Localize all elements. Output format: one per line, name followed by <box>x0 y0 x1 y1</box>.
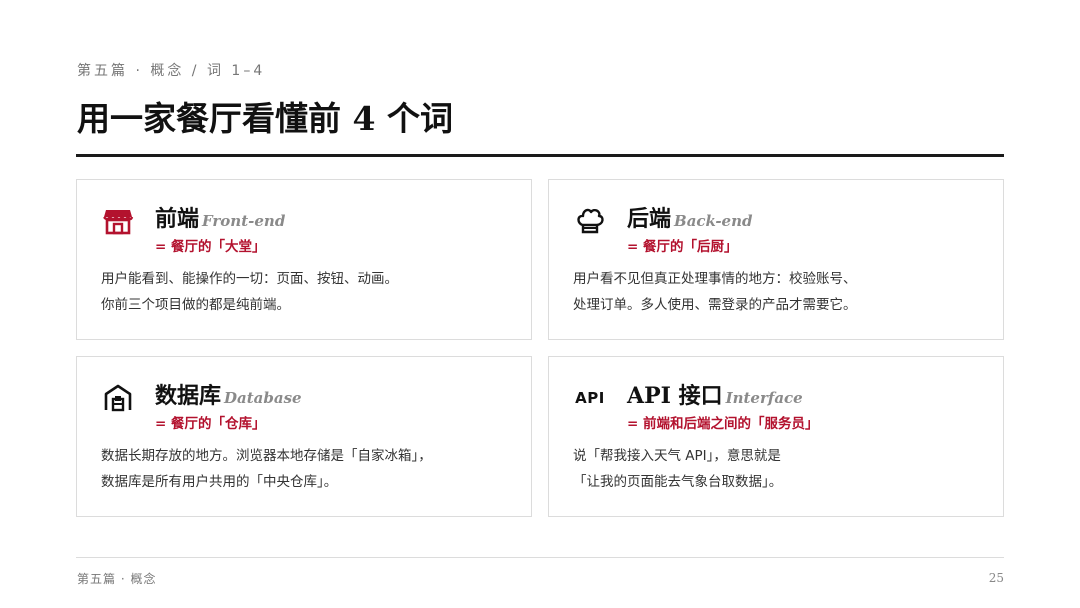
page-title: 用一家餐厅看懂前 4 个词 <box>77 99 453 138</box>
description-line: 用户能看到、能操作的一切：页面、按钮、动画。 <box>101 271 398 287</box>
term-description: 数据长期存放的地方。浏览器本地存储是「自家冰箱」， 数据库是所有用户共用的「中央… <box>101 443 432 495</box>
storefront-icon <box>101 204 135 238</box>
term-name: 后端 <box>627 206 672 232</box>
page-number: 25 <box>988 571 1004 585</box>
term-english: Interface <box>725 389 803 407</box>
description-line: 用户看不见但真正处理事情的地方：校验账号、 <box>573 271 857 287</box>
card-frontend: 前端 Front-end = 餐厅的「大堂」 用户能看到、能操作的一切：页面、按钮… <box>76 179 532 340</box>
description-line: 「让我的页面能去气象台取数据」。 <box>573 474 783 490</box>
card-backend: 后端 Back-end = 餐厅的「后厨」 用户看不见但真正处理事情的地方：校验账… <box>548 179 1004 340</box>
api-icon: API <box>573 381 607 415</box>
description-line: 你前三个项目做的都是纯前端。 <box>101 297 290 313</box>
term-name: API 接口 <box>627 383 723 409</box>
term-description: 说「帮我接入天气 API」，意思就是 「让我的页面能去气象台取数据」。 <box>573 443 782 495</box>
card-database: 数据库 Database = 餐厅的「仓库」 数据长期存放的地方。浏览器本地存储是… <box>76 356 532 517</box>
chef-hat-icon <box>573 204 607 238</box>
warehouse-icon <box>101 381 135 415</box>
section-eyebrow: 第五篇 · 概念 / 词 1–4 <box>77 63 266 79</box>
term-description: 用户看不见但真正处理事情的地方：校验账号、 处理订单。多人使用、需登录的产品才需… <box>573 266 857 318</box>
term-analogy: = 前端和后端之间的「服务员」 <box>627 416 819 432</box>
footer-divider <box>76 557 1004 558</box>
term-description: 用户能看到、能操作的一切：页面、按钮、动画。 你前三个项目做的都是纯前端。 <box>101 266 398 318</box>
title-divider <box>76 154 1004 157</box>
description-line: 数据长期存放的地方。浏览器本地存储是「自家冰箱」， <box>101 448 432 464</box>
api-icon-label: API <box>575 389 605 407</box>
description-line: 处理订单。多人使用、需登录的产品才需要它。 <box>573 297 857 313</box>
card-api: API API 接口 Interface = 前端和后端之间的「服务员」 说「帮我… <box>548 356 1004 517</box>
description-line: 说「帮我接入天气 API」，意思就是 <box>573 448 781 464</box>
footer-section: 第五篇 · 概念 <box>77 572 157 586</box>
term-name: 前端 <box>155 206 200 232</box>
term-name: 数据库 <box>155 383 222 409</box>
term-english: Database <box>224 389 302 407</box>
description-line: 数据库是所有用户共用的「中央仓库」。 <box>101 474 338 490</box>
term-english: Back-end <box>674 212 753 230</box>
term-analogy: = 餐厅的「仓库」 <box>155 416 266 432</box>
term-english: Front-end <box>202 212 286 230</box>
term-analogy: = 餐厅的「后厨」 <box>627 239 738 255</box>
term-analogy: = 餐厅的「大堂」 <box>155 239 266 255</box>
